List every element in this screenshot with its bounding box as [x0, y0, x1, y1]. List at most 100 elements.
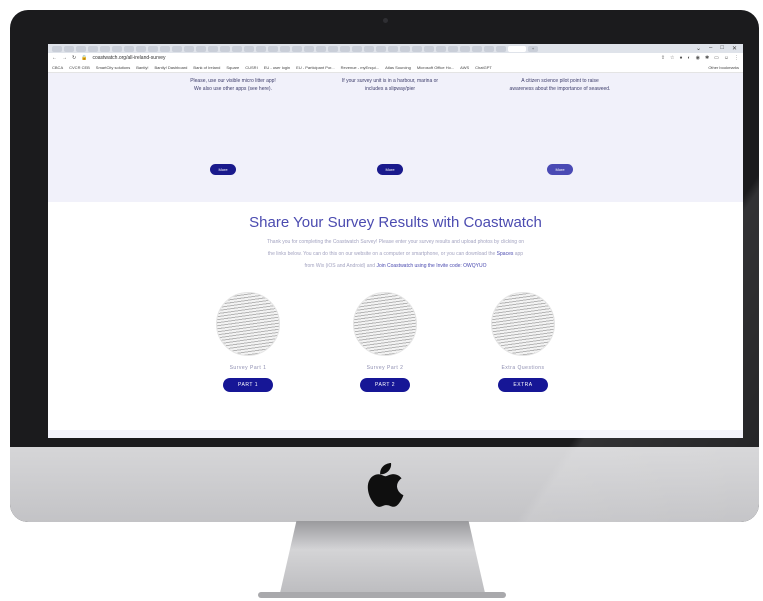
- browser-tab[interactable]: [184, 45, 194, 52]
- bookmark-item[interactable]: EU - user login: [264, 65, 290, 70]
- browser-tab[interactable]: [64, 45, 74, 52]
- browser-tab[interactable]: [412, 45, 422, 52]
- browser-tab[interactable]: [208, 45, 218, 52]
- more-button[interactable]: More: [547, 164, 573, 175]
- section-title: Share Your Survey Results with Coastwatc…: [249, 214, 542, 231]
- puzzle-icon[interactable]: ✱: [705, 55, 709, 61]
- browser-tab[interactable]: [160, 45, 170, 52]
- monitor-stand: [280, 521, 485, 593]
- close-icon[interactable]: ✕: [732, 45, 737, 52]
- browser-tab[interactable]: [52, 45, 62, 52]
- bookmark-item[interactable]: SmartCity solutions: [96, 65, 130, 70]
- part1-button[interactable]: PART 1: [223, 378, 273, 392]
- browser-tab[interactable]: [232, 45, 242, 52]
- info-line: awareness about the importance of seawee…: [509, 86, 611, 92]
- camera-dot: [383, 18, 388, 23]
- maximize-icon[interactable]: □: [720, 45, 724, 52]
- browser-tab[interactable]: [472, 45, 482, 52]
- extra-button[interactable]: EXTRA: [498, 378, 548, 392]
- desc-line: from Wix (iOS and Android) and Join Coas…: [213, 260, 578, 272]
- chevron-down-icon[interactable]: ⌄: [696, 45, 701, 52]
- other-bookmarks[interactable]: Other bookmarks: [708, 65, 739, 70]
- share-icon[interactable]: ⇪: [661, 55, 665, 61]
- bookmark-item[interactable]: Atlas Sourcing: [385, 65, 411, 70]
- spaces-link[interactable]: Spaces: [497, 251, 514, 257]
- browser-tab[interactable]: [328, 45, 338, 52]
- info-column: If your survey unit is in a harbour, mar…: [310, 77, 470, 93]
- bookmark-item[interactable]: Bantly! Dashboard: [155, 65, 188, 70]
- browser-tab[interactable]: [292, 45, 302, 52]
- more-button[interactable]: More: [210, 164, 236, 175]
- browser-tab[interactable]: [316, 45, 326, 52]
- browser-tab[interactable]: [196, 45, 206, 52]
- bookmark-item[interactable]: EU - Participant Por...: [296, 65, 334, 70]
- browser-tab[interactable]: [76, 45, 86, 52]
- browser-tab[interactable]: [124, 45, 134, 52]
- browser-tab[interactable]: [460, 45, 470, 52]
- desc-text: app: [513, 251, 524, 257]
- back-icon[interactable]: ←: [52, 55, 57, 61]
- browser-tab[interactable]: [352, 45, 362, 52]
- invite-code-link[interactable]: Join Coastwatch using the Invite code: O…: [376, 263, 486, 269]
- minimize-icon[interactable]: –: [709, 45, 712, 52]
- info-line: includes a slipway/pier: [364, 86, 416, 92]
- reload-icon[interactable]: ↻: [72, 55, 76, 61]
- browser-tab[interactable]: [136, 45, 146, 52]
- info-column: A citizen science pilot point to raise a…: [480, 77, 640, 93]
- url-field[interactable]: coastwatch.org/all-ireland-survey: [92, 55, 165, 61]
- browser-tab[interactable]: [148, 45, 158, 52]
- monitor-chin: [10, 447, 759, 522]
- sidebar-icon[interactable]: ▭: [714, 55, 719, 61]
- star-icon[interactable]: ☆: [670, 55, 674, 61]
- browser-tab[interactable]: [220, 45, 230, 52]
- bookmark-item[interactable]: CBCA: [52, 65, 63, 70]
- bookmark-item[interactable]: CUSRI: [245, 65, 257, 70]
- browser-tab[interactable]: [244, 45, 254, 52]
- info-column: Please, use our visible micro litter app…: [153, 77, 313, 93]
- browser-tab[interactable]: [484, 45, 494, 52]
- active-tab[interactable]: [508, 45, 526, 52]
- avatar[interactable]: ☺: [724, 55, 729, 61]
- browser-tab[interactable]: [280, 45, 290, 52]
- bookmark-item[interactable]: Square: [226, 65, 239, 70]
- survey-form-image: [353, 292, 417, 356]
- browser-tab[interactable]: [364, 45, 374, 52]
- bookmark-item[interactable]: CVCR CEB: [69, 65, 90, 70]
- browser-tab[interactable]: [112, 45, 122, 52]
- extension-icon[interactable]: ◐: [688, 55, 691, 61]
- browser-tab[interactable]: [448, 45, 458, 52]
- bookmark-item[interactable]: Microsoft Office Ho...: [417, 65, 454, 70]
- bookmark-item[interactable]: AWS: [460, 65, 469, 70]
- share-results-section: Share Your Survey Results with Coastwatc…: [48, 202, 743, 430]
- part2-button[interactable]: PART 2: [360, 378, 410, 392]
- browser-tab[interactable]: [376, 45, 386, 52]
- browser-tab[interactable]: [304, 45, 314, 52]
- more-button[interactable]: More: [377, 164, 403, 175]
- bookmark-item[interactable]: Revenue - myEnqui...: [341, 65, 379, 70]
- bookmark-item[interactable]: Bantly!: [136, 65, 148, 70]
- browser-tab[interactable]: [388, 45, 398, 52]
- browser-tab[interactable]: [256, 45, 266, 52]
- browser-tab[interactable]: [400, 45, 410, 52]
- new-tab-button[interactable]: +: [528, 45, 538, 52]
- browser-tab[interactable]: [172, 45, 182, 52]
- desc-line: the links below. You can do this on our …: [213, 248, 578, 260]
- browser-tab[interactable]: [436, 45, 446, 52]
- browser-tab[interactable]: [268, 45, 278, 52]
- browser-tab[interactable]: [424, 45, 434, 52]
- survey-card: Survey Part 1 PART 1: [216, 292, 280, 392]
- bookmark-item[interactable]: ChatGPT: [475, 65, 492, 70]
- extension-icon[interactable]: ●: [680, 55, 683, 61]
- section-description: Thank you for completing the Coastwatch …: [213, 236, 578, 272]
- next-section-edge: [48, 430, 743, 438]
- browser-tab[interactable]: [100, 45, 110, 52]
- bookmark-item[interactable]: Bank of Ireland: [193, 65, 220, 70]
- bookmarks-bar: CBCA CVCR CEB SmartCity solutions Bantly! Ba…: [48, 63, 743, 73]
- extension-icon[interactable]: ◉: [696, 55, 700, 61]
- browser-tab[interactable]: [340, 45, 350, 52]
- menu-icon[interactable]: ⋮: [734, 55, 739, 61]
- browser-tab[interactable]: [88, 45, 98, 52]
- browser-tab[interactable]: [496, 45, 506, 52]
- survey-card: Extra Questions EXTRA: [491, 292, 555, 392]
- forward-icon[interactable]: →: [62, 55, 67, 61]
